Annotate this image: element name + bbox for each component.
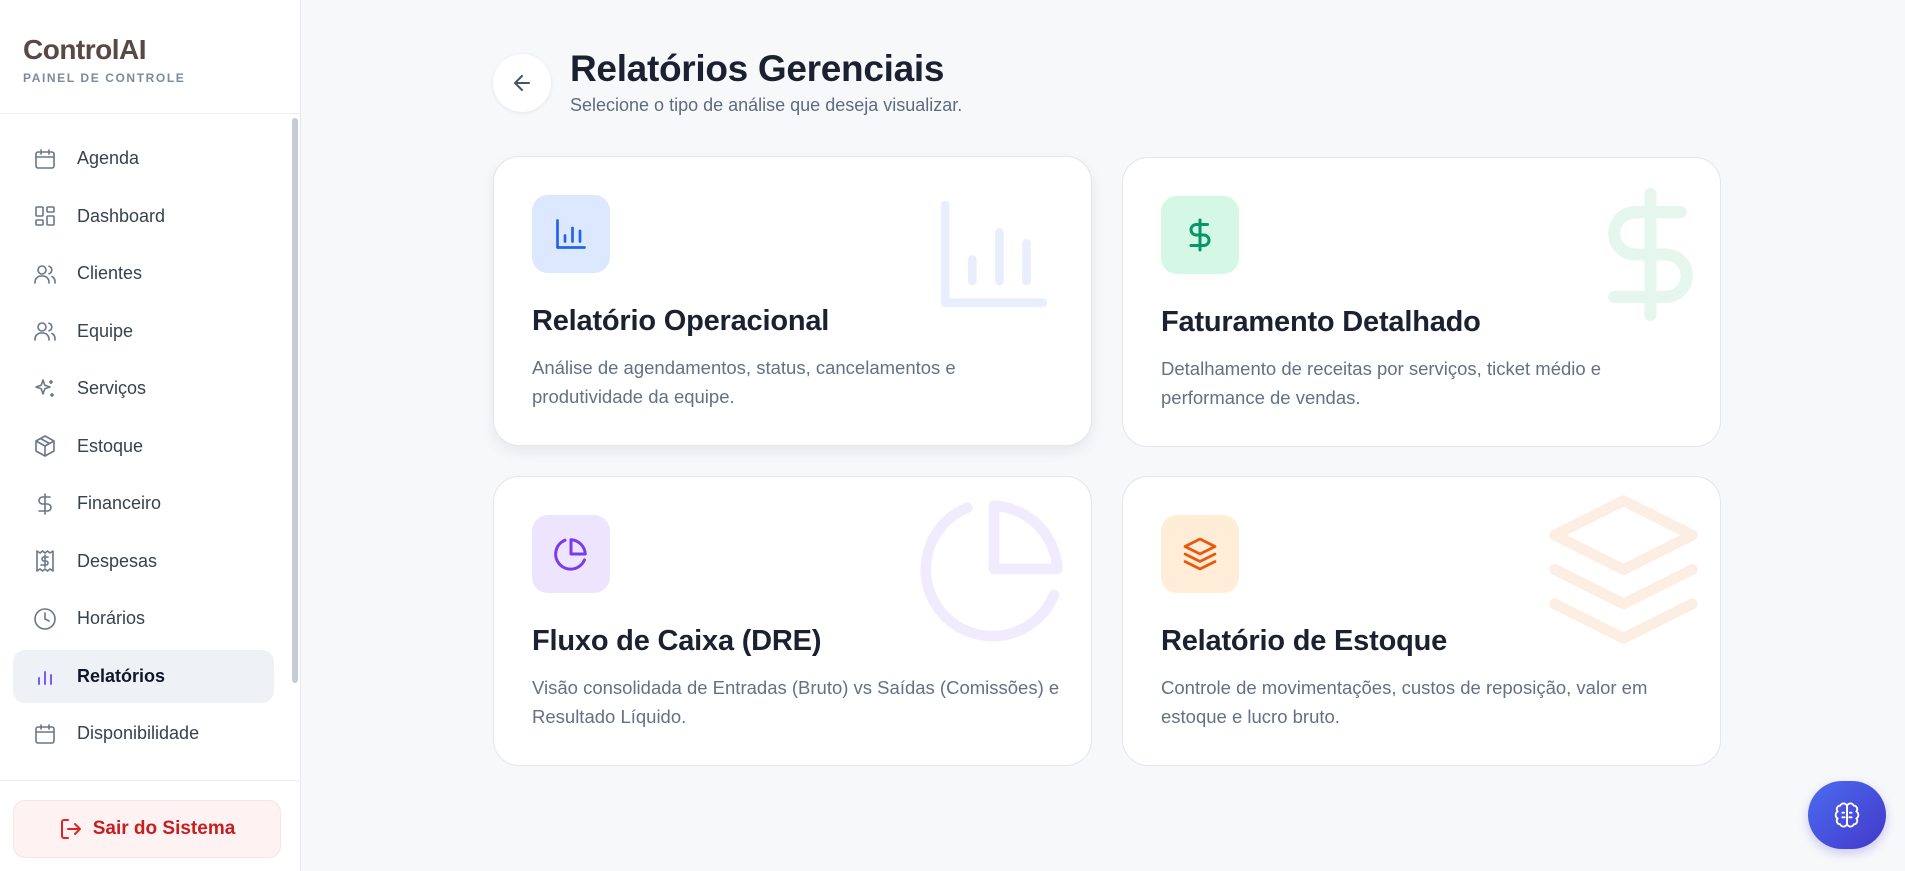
report-card-faturamento[interactable]: Faturamento Detalhado Detalhamento de re…	[1122, 157, 1721, 447]
icon-box	[1161, 515, 1239, 593]
sidebar-divider	[0, 780, 301, 781]
sidebar-item-label: Financeiro	[77, 493, 162, 513]
card-description: Controle de movimentações, custos de rep…	[1161, 677, 1648, 727]
sidebar-item-horarios[interactable]: Horários	[13, 592, 274, 645]
sidebar-item-label: Disponibilidade	[77, 723, 200, 743]
sidebar-nav: Agenda Dashboard Clientes Equipe Serviço…	[13, 132, 274, 765]
brand-name: ControlAI	[23, 34, 147, 65]
brain-icon	[1833, 801, 1861, 829]
card-title: Fluxo de Caixa (DRE)	[532, 625, 822, 657]
logout-button[interactable]: Sair do Sistema	[13, 800, 281, 858]
card-description: Visão consolidada de Entradas (Bruto) vs…	[532, 677, 1060, 727]
back-button[interactable]	[493, 54, 551, 112]
bar-chart-icon	[929, 189, 1059, 324]
report-card-fluxo-caixa[interactable]: Fluxo de Caixa (DRE) Visão consolidada d…	[493, 476, 1092, 766]
report-card-operacional[interactable]: Relatório Operacional Análise de agendam…	[493, 156, 1092, 446]
sidebar-item-agenda[interactable]: Agenda	[13, 132, 274, 185]
ai-assistant-button[interactable]	[1808, 781, 1886, 849]
dollar-icon	[1578, 182, 1720, 332]
sidebar-item-financeiro[interactable]: Financeiro	[13, 477, 274, 530]
sidebar-item-despesas[interactable]: Despesas	[13, 535, 274, 588]
card-description: Detalhamento de receitas por serviços, t…	[1161, 358, 1602, 408]
sparkles-icon	[32, 376, 58, 402]
calendar-icon	[32, 721, 58, 747]
sidebar: ControlAI PAINEL DE CONTROLE Agenda Dash…	[0, 0, 301, 871]
sidebar-item-disponibilidade[interactable]: Disponibilidade	[13, 707, 274, 760]
card-description: Análise de agendamentos, status, cancela…	[532, 357, 956, 407]
layers-icon	[1182, 536, 1218, 572]
clock-icon	[32, 606, 58, 632]
sidebar-item-estoque[interactable]: Estoque	[13, 420, 274, 473]
sidebar-item-label: Agenda	[77, 148, 140, 168]
users-icon	[32, 261, 58, 287]
brand: ControlAI PAINEL DE CONTROLE	[0, 0, 300, 114]
sidebar-item-label: Equipe	[77, 320, 134, 341]
page-subtitle: Selecione o tipo de análise que deseja v…	[570, 95, 963, 115]
page-title: Relatórios Gerenciais	[570, 48, 945, 89]
logout-label: Sair do Sistema	[92, 818, 236, 839]
icon-box	[532, 195, 610, 273]
sidebar-item-relatorios[interactable]: Relatórios	[13, 649, 274, 703]
card-title: Faturamento Detalhado	[1161, 306, 1481, 338]
calendar-icon	[32, 146, 58, 172]
brand-subtitle: PAINEL DE CONTROLE	[23, 71, 186, 85]
sidebar-item-dashboard[interactable]: Dashboard	[13, 190, 274, 243]
sidebar-item-clientes[interactable]: Clientes	[13, 247, 274, 300]
receipt-icon	[32, 548, 58, 574]
sidebar-item-label: Estoque	[77, 435, 144, 456]
bar-chart-icon	[553, 216, 589, 252]
sidebar-item-label: Serviços	[77, 378, 147, 398]
users-icon	[32, 318, 58, 344]
dollar-icon	[32, 491, 58, 517]
sidebar-scrollbar[interactable]	[292, 118, 298, 683]
sidebar-item-label: Dashboard	[77, 205, 166, 226]
sidebar-item-equipe[interactable]: Equipe	[13, 305, 274, 358]
sidebar-item-label: Horários	[77, 608, 146, 628]
pie-chart-icon	[914, 489, 1074, 654]
sidebar-item-label: Relatórios	[77, 665, 166, 686]
dollar-icon	[1182, 217, 1218, 253]
sidebar-item-servicos[interactable]: Serviços	[13, 362, 274, 415]
card-title: Relatório Operacional	[532, 305, 830, 337]
pie-chart-icon	[553, 536, 589, 572]
report-card-estoque[interactable]: Relatório de Estoque Controle de movimen…	[1122, 476, 1721, 766]
sidebar-item-label: Despesas	[77, 550, 158, 571]
grid-icon	[32, 203, 58, 229]
logout-icon	[59, 817, 83, 841]
sidebar-item-label: Clientes	[77, 263, 143, 283]
card-title: Relatório de Estoque	[1161, 625, 1448, 657]
package-icon	[32, 433, 58, 459]
arrow-left-icon	[510, 71, 534, 95]
bar-chart-icon	[32, 663, 58, 689]
icon-box	[532, 515, 610, 593]
layers-icon	[1541, 487, 1706, 657]
icon-box	[1161, 196, 1239, 274]
